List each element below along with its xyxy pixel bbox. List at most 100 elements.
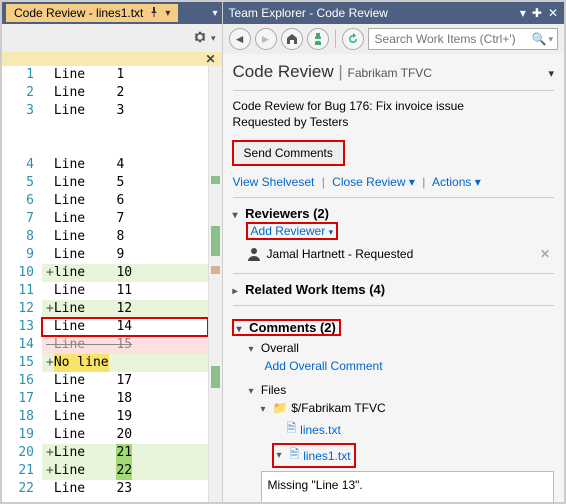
code-line[interactable]: +Line 22: [42, 462, 208, 480]
line-number: 12: [2, 300, 34, 318]
titlebar-dropdown-icon[interactable]: ▾: [212, 8, 217, 19]
code-line[interactable]: Line 1: [42, 66, 208, 84]
line-number: 17: [2, 390, 34, 408]
line-number: 16: [2, 372, 34, 390]
pin-icon[interactable]: [149, 6, 159, 20]
expand-icon: ▾: [249, 344, 254, 355]
code-line[interactable]: Line 23: [42, 480, 208, 498]
view-shelveset-link[interactable]: View Shelveset: [233, 175, 315, 189]
code-line[interactable]: Line 4: [42, 156, 208, 174]
comment-input[interactable]: Missing "Line 13".: [261, 471, 554, 502]
add-reviewer-link[interactable]: Add Reviewer ▾: [247, 223, 338, 239]
review-summary-1: Code Review for Bug 176: Fix invoice iss…: [233, 99, 554, 113]
panel-body: Code Review | Fabrikam TFVC ▾ Code Revie…: [223, 54, 564, 502]
editor-tab[interactable]: Code Review - lines1.txt ▾: [6, 4, 178, 22]
editor-pane: Code Review - lines1.txt ▾ ▾ ▾ ✕ 1234567…: [2, 2, 223, 502]
file-icon: 🗎: [287, 419, 297, 440]
file-link[interactable]: 🗎 lines.txt: [287, 419, 554, 440]
send-comments-button[interactable]: Send Comments: [233, 141, 344, 165]
line-number: 8: [2, 228, 34, 246]
code-line[interactable]: +No line: [42, 354, 208, 372]
editor-toolbar: ▾: [2, 24, 222, 52]
line-number: 11: [2, 282, 34, 300]
section-menu-icon[interactable]: ▾: [548, 67, 554, 80]
code-line[interactable]: Line 11: [42, 282, 208, 300]
editor-tab-label: Code Review - lines1.txt: [14, 6, 143, 20]
related-work-items-header[interactable]: ▸ Related Work Items (4): [233, 282, 554, 297]
actions-link[interactable]: Actions ▾: [432, 175, 481, 189]
expand-icon: ▾: [233, 210, 238, 221]
overview-ruler[interactable]: [208, 66, 222, 502]
code-line[interactable]: Line 7: [42, 210, 208, 228]
code-line[interactable]: Line 6: [42, 192, 208, 210]
code-body[interactable]: Line 1 Line 2 Line 3 Line 4 Line 5 Line …: [42, 66, 208, 502]
panel-dropdown-icon[interactable]: ▾: [520, 6, 526, 20]
code-line[interactable]: Line 9: [42, 246, 208, 264]
divider: [233, 273, 554, 274]
add-overall-comment-link[interactable]: Add Overall Comment: [265, 359, 383, 373]
code-line[interactable]: Line 2: [42, 84, 208, 102]
panel-title: Team Explorer - Code Review: [229, 6, 388, 20]
code-line[interactable]: Line 17: [42, 372, 208, 390]
code-area: 12345678910111213141516171819202122 Line…: [2, 66, 222, 502]
team-explorer-pane: Team Explorer - Code Review ▾ ✚ ✕ ◄ ► 🔍 …: [223, 2, 564, 502]
expand-icon: ▾: [261, 404, 266, 415]
connect-button[interactable]: [307, 28, 329, 50]
back-button[interactable]: ◄: [229, 28, 251, 50]
search-work-items[interactable]: 🔍 ▾: [368, 28, 558, 50]
file-link-active[interactable]: ▾ 🗎 lines1.txt: [273, 444, 355, 467]
folder-row[interactable]: ▾ 📁 $/Fabrikam TFVC: [261, 401, 554, 415]
code-line[interactable]: Line 14: [42, 318, 208, 336]
search-icon[interactable]: 🔍: [532, 32, 547, 46]
heading-text: Code Review: [233, 62, 334, 81]
file-icon: 🗎: [290, 445, 300, 466]
pin-icon[interactable]: ✚: [532, 6, 542, 20]
code-line[interactable]: Line 15: [42, 336, 208, 354]
tab-menu-icon[interactable]: ▾: [165, 8, 170, 19]
reviewers-header[interactable]: ▾ Reviewers (2): [233, 206, 554, 221]
gear-icon[interactable]: [193, 30, 207, 47]
code-line[interactable]: Line 5: [42, 174, 208, 192]
search-dropdown-icon[interactable]: ▾: [548, 34, 553, 45]
code-line[interactable]: Line 18: [42, 390, 208, 408]
info-close-icon[interactable]: ✕: [205, 52, 215, 66]
remove-reviewer-icon[interactable]: ✕: [540, 247, 550, 261]
comments-header[interactable]: ▾ Comments (2): [233, 320, 340, 335]
line-number: 18: [2, 408, 34, 426]
line-number: 19: [2, 426, 34, 444]
reviewer-row[interactable]: Jamal Hartnett - Requested ✕: [243, 243, 554, 265]
line-number: 7: [2, 210, 34, 228]
files-node[interactable]: ▾ Files: [249, 383, 554, 397]
section-heading: Code Review | Fabrikam TFVC ▾: [233, 62, 554, 82]
expand-icon: ▸: [233, 286, 238, 297]
overall-node[interactable]: ▾ Overall: [249, 341, 554, 355]
divider: [233, 197, 554, 198]
actions-row: View Shelveset | Close Review ▾ | Action…: [233, 175, 554, 189]
close-review-link[interactable]: Close Review ▾: [332, 175, 418, 189]
home-button[interactable]: [281, 28, 303, 50]
code-line[interactable]: Line 20: [42, 426, 208, 444]
divider: [233, 305, 554, 306]
search-input[interactable]: [373, 31, 532, 47]
line-number: 21: [2, 462, 34, 480]
code-line[interactable]: Line 3: [42, 102, 208, 120]
refresh-button[interactable]: [342, 28, 364, 50]
subheading-text: Fabrikam TFVC: [348, 66, 432, 80]
forward-button[interactable]: ►: [255, 28, 277, 50]
code-line[interactable]: +line 10: [42, 264, 208, 282]
panel-titlebar: Team Explorer - Code Review ▾ ✚ ✕: [223, 2, 564, 24]
code-line[interactable]: +Line 21: [42, 444, 208, 462]
line-number: 10: [2, 264, 34, 282]
line-number: 20: [2, 444, 34, 462]
line-number: 1: [2, 66, 34, 84]
toolbar-dropdown-icon[interactable]: ▾: [211, 33, 216, 44]
line-number: 14: [2, 336, 34, 354]
line-number: 22: [2, 480, 34, 498]
close-icon[interactable]: ✕: [548, 6, 558, 20]
line-number-gutter: 12345678910111213141516171819202122: [2, 66, 42, 502]
line-number: 2: [2, 84, 34, 102]
line-number: 9: [2, 246, 34, 264]
code-line[interactable]: +Line 12: [42, 300, 208, 318]
code-line[interactable]: Line 19: [42, 408, 208, 426]
code-line[interactable]: Line 8: [42, 228, 208, 246]
